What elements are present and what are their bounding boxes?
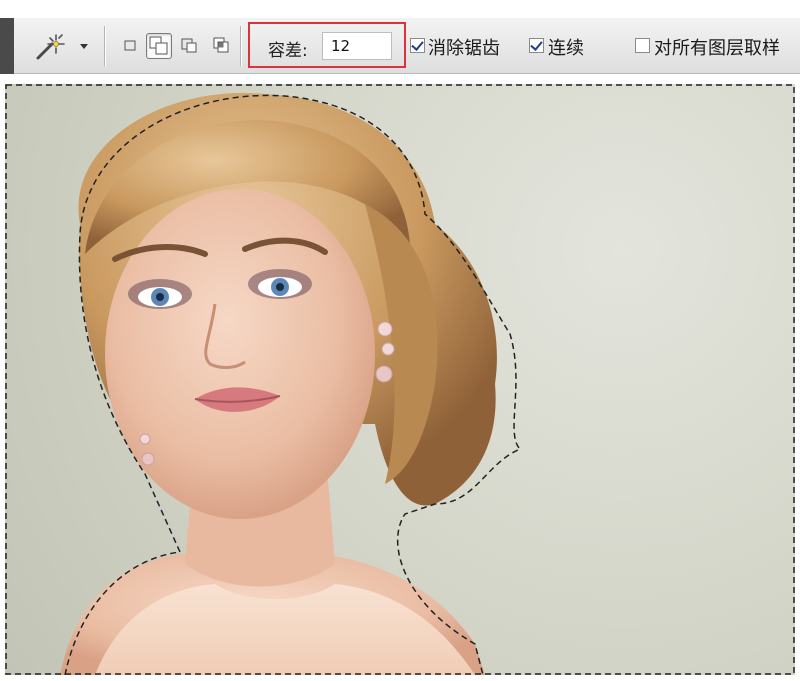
tolerance-label: 容差: [268,41,308,61]
tolerance-input[interactable] [322,32,392,60]
checkmark-icon [530,38,543,51]
portrait-photo [5,84,795,675]
new-selection-icon [124,40,136,51]
document-canvas[interactable] [5,84,795,675]
panel-grip[interactable] [0,18,14,74]
sample-all-layers-checkbox[interactable] [635,38,650,53]
contiguous-label: 连续 [548,38,584,59]
subtract-from-selection-icon [181,38,197,53]
contiguous-checkbox[interactable] [529,38,544,53]
separator [240,26,241,66]
intersect-with-selection-button[interactable] [212,36,232,56]
magic-wand-icon [36,34,65,60]
add-to-selection-icon [149,36,168,55]
anti-alias-checkbox[interactable] [410,38,425,53]
tool-preset-picker[interactable] [30,32,96,62]
add-to-selection-button[interactable] [146,33,172,59]
options-bar: 容差: 消除锯齿 连续 对所有图层取样 [0,18,800,74]
new-selection-button[interactable] [121,36,141,56]
chevron-down-icon[interactable] [80,44,88,49]
checkmark-icon [411,38,424,51]
subtract-from-selection-button[interactable] [180,36,200,56]
intersect-with-selection-icon [213,37,229,53]
separator [104,26,105,66]
sample-all-layers-label: 对所有图层取样 [654,38,780,59]
anti-alias-label: 消除锯齿 [428,38,500,59]
